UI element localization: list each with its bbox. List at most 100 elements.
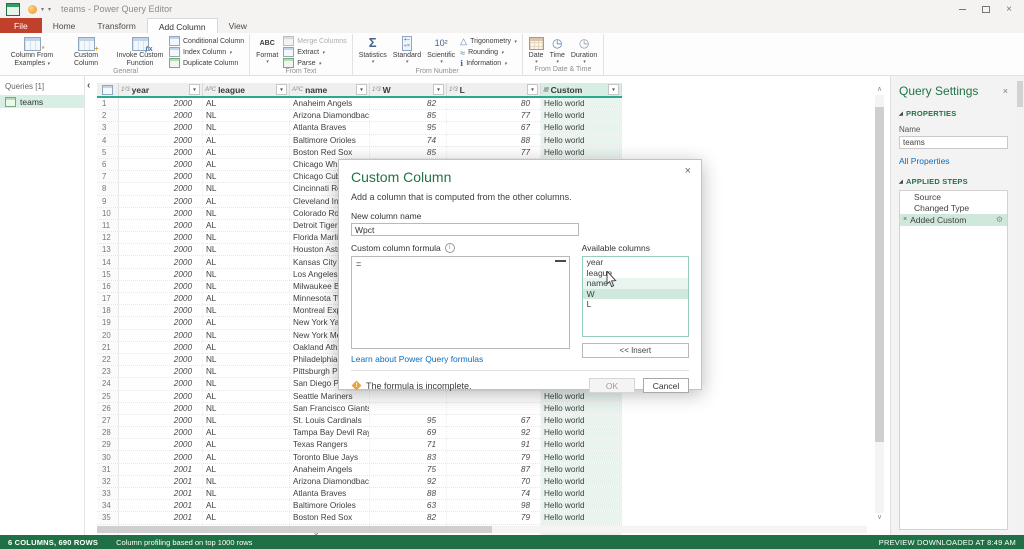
column-from-examples-button[interactable]: *Column From Examples ▾ bbox=[5, 34, 59, 68]
table-cell[interactable]: 70 bbox=[447, 476, 541, 487]
table-cell[interactable]: Baltimore Orioles bbox=[290, 135, 370, 146]
table-cell[interactable]: 85 bbox=[370, 110, 447, 121]
table-cell[interactable]: Hello world bbox=[541, 451, 622, 462]
table-cell[interactable]: 2000 bbox=[119, 183, 203, 194]
standard-button[interactable]: +−÷×Standard▾ bbox=[390, 34, 424, 65]
applied-step-changed-type[interactable]: Changed Type bbox=[900, 203, 1007, 215]
table-cell[interactable]: Hello world bbox=[541, 464, 622, 475]
table-cell[interactable]: San Francisco Giants bbox=[290, 403, 370, 414]
table-cell[interactable] bbox=[370, 403, 447, 414]
table-cell[interactable]: 2000 bbox=[119, 269, 203, 280]
table-cell[interactable]: 79 bbox=[447, 512, 541, 523]
column-header-league[interactable]: AᴮCleague bbox=[203, 83, 290, 96]
table-cell[interactable]: Baltimore Orioles bbox=[290, 500, 370, 511]
table-cell[interactable]: 2000 bbox=[119, 366, 203, 377]
formula-editor[interactable]: = bbox=[351, 256, 570, 349]
table-cell[interactable]: AL bbox=[203, 147, 290, 158]
column-type-icon[interactable]: 1²3 bbox=[372, 87, 381, 93]
table-cell[interactable]: 82 bbox=[370, 98, 447, 109]
column-header-w[interactable]: 1²3W bbox=[370, 83, 447, 96]
new-column-name-input[interactable] bbox=[351, 223, 579, 236]
tab-view[interactable]: View bbox=[218, 18, 258, 33]
table-cell[interactable]: 77 bbox=[447, 110, 541, 121]
scroll-up-icon[interactable] bbox=[874, 85, 885, 95]
table-cell[interactable]: 2000 bbox=[119, 208, 203, 219]
table-cell[interactable]: 92 bbox=[370, 476, 447, 487]
table-cell[interactable]: AL bbox=[203, 159, 290, 170]
table-cell[interactable]: 83 bbox=[370, 451, 447, 462]
applied-step-source[interactable]: Source bbox=[900, 191, 1007, 203]
table-cell[interactable]: 2000 bbox=[119, 427, 203, 438]
quick-access-dropdown-icon[interactable] bbox=[41, 6, 44, 13]
collapse-properties-icon[interactable] bbox=[899, 111, 903, 117]
table-cell[interactable]: AL bbox=[203, 256, 290, 267]
table-vertical-scrollbar[interactable] bbox=[874, 85, 885, 523]
close-window-button[interactable] bbox=[1006, 4, 1012, 15]
statistics-button[interactable]: ΣStatistics▾ bbox=[356, 34, 390, 65]
table-cell[interactable]: AL bbox=[203, 427, 290, 438]
applied-step-added-custom[interactable]: Added Custom bbox=[900, 214, 1007, 226]
table-cell[interactable]: 2000 bbox=[119, 330, 203, 341]
table-corner-icon[interactable] bbox=[97, 83, 119, 96]
available-column-year[interactable]: year bbox=[583, 257, 688, 268]
table-cell[interactable]: NL bbox=[203, 183, 290, 194]
table-cell[interactable]: 92 bbox=[447, 427, 541, 438]
table-cell[interactable]: AL bbox=[203, 98, 290, 109]
date-button[interactable]: Date▾ bbox=[526, 34, 547, 65]
table-cell[interactable]: NL bbox=[203, 476, 290, 487]
table-cell[interactable]: 77 bbox=[447, 147, 541, 158]
column-type-icon[interactable]: AᴮC bbox=[292, 87, 303, 93]
table-cell[interactable]: AL bbox=[203, 196, 290, 207]
cancel-button[interactable]: Cancel bbox=[643, 378, 689, 393]
table-cell[interactable]: Anaheim Angels bbox=[290, 464, 370, 475]
table-cell[interactable]: 75 bbox=[370, 464, 447, 475]
window-scroll-thumb[interactable] bbox=[1017, 81, 1023, 107]
table-cell[interactable]: 71 bbox=[370, 439, 447, 450]
filter-icon[interactable] bbox=[433, 84, 444, 95]
table-cell[interactable]: Hello world bbox=[541, 135, 622, 146]
query-item-teams[interactable]: teams bbox=[0, 95, 84, 108]
table-cell[interactable]: 2000 bbox=[119, 451, 203, 462]
table-cell[interactable]: AL bbox=[203, 317, 290, 328]
table-cell[interactable]: 95 bbox=[370, 415, 447, 426]
table-cell[interactable]: 2000 bbox=[119, 354, 203, 365]
table-cell[interactable]: NL bbox=[203, 354, 290, 365]
format-button[interactable]: ABCFormat▾ bbox=[253, 34, 281, 65]
table-cell[interactable]: 2000 bbox=[119, 342, 203, 353]
table-cell[interactable]: 2000 bbox=[119, 135, 203, 146]
table-cell[interactable]: Hello world bbox=[541, 98, 622, 109]
table-cell[interactable]: AL bbox=[203, 500, 290, 511]
table-cell[interactable]: 2000 bbox=[119, 439, 203, 450]
table-cell[interactable]: AL bbox=[203, 439, 290, 450]
table-cell[interactable]: 2000 bbox=[119, 110, 203, 121]
insert-column-button[interactable]: << Insert bbox=[582, 343, 689, 358]
table-cell[interactable]: 91 bbox=[447, 439, 541, 450]
conditional-column-button[interactable]: Conditional Column bbox=[169, 37, 244, 46]
filter-icon[interactable] bbox=[276, 84, 287, 95]
maximize-button[interactable] bbox=[982, 6, 990, 13]
table-cell[interactable]: AL bbox=[203, 135, 290, 146]
table-cell[interactable]: 88 bbox=[370, 488, 447, 499]
table-cell[interactable]: 2000 bbox=[119, 196, 203, 207]
table-cell[interactable]: 2001 bbox=[119, 500, 203, 511]
minimize-button[interactable] bbox=[959, 9, 966, 10]
table-cell[interactable]: NL bbox=[203, 208, 290, 219]
filter-icon[interactable] bbox=[608, 84, 619, 95]
table-cell[interactable]: Arizona Diamondbacks bbox=[290, 476, 370, 487]
table-cell[interactable]: NL bbox=[203, 403, 290, 414]
duplicate-column-button[interactable]: Duplicate Column bbox=[169, 59, 244, 68]
table-cell[interactable]: 95 bbox=[370, 122, 447, 133]
column-header-year[interactable]: 1²3year bbox=[119, 83, 203, 96]
available-column-l[interactable]: L bbox=[583, 299, 688, 310]
column-type-icon[interactable]: 1²3 bbox=[449, 87, 458, 93]
duration-button[interactable]: ◷Duration▾ bbox=[568, 34, 600, 65]
table-horizontal-scrollbar[interactable] bbox=[97, 526, 867, 533]
column-header-l[interactable]: 1²3L bbox=[447, 83, 541, 96]
table-cell[interactable]: 2001 bbox=[119, 512, 203, 523]
table-cell[interactable]: AL bbox=[203, 220, 290, 231]
parse-button[interactable]: Parse▾ bbox=[283, 59, 346, 68]
table-cell[interactable]: AL bbox=[203, 293, 290, 304]
tab-add-column[interactable]: Add Column bbox=[147, 18, 218, 33]
column-header-name[interactable]: AᴮCname bbox=[290, 83, 370, 96]
collapse-queries-icon[interactable] bbox=[87, 81, 90, 90]
